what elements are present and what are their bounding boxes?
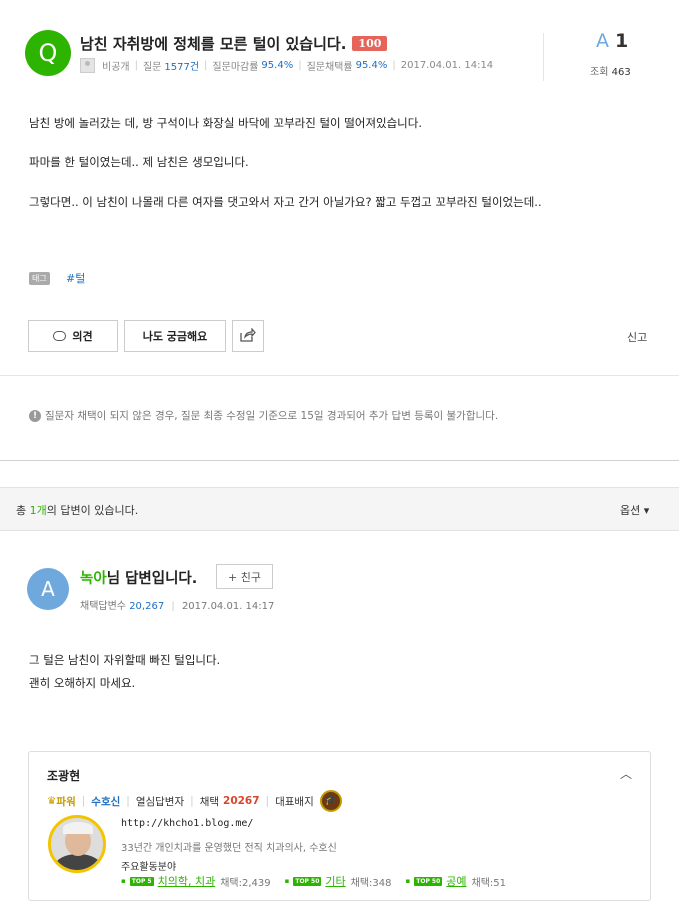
report-link[interactable]: 신고 (627, 329, 647, 345)
tag-label: 태그 (29, 272, 50, 285)
stat-label: 질문마감률 (212, 62, 259, 73)
power-badge: 파워 (56, 795, 76, 808)
rank-badge: 수호신 (91, 795, 121, 808)
info-icon: ! (29, 409, 41, 422)
adopted-label: 채택답변수 (80, 601, 126, 612)
comment-label: 의견 (72, 330, 93, 343)
field-count: 채택:2,439 (220, 877, 271, 889)
field-link[interactable]: 치의학, 치과 (158, 873, 216, 889)
collapse-icon[interactable]: ︿ (620, 765, 632, 782)
add-friend-button[interactable]: + 친구 (216, 564, 273, 589)
question-body-line: 남친 방에 놀러갔는 데, 방 구석이나 화장실 바닥에 꼬부라진 털이 떨어져… (29, 116, 423, 130)
notice: ! 질문자 채택이 되지 않은 경우, 질문 최종 수정일 기준으로 15일 경… (29, 408, 498, 423)
curious-button[interactable]: 나도 궁금해요 (124, 320, 226, 352)
field-link[interactable]: 기타 (325, 873, 345, 889)
views-label: 조회 (590, 67, 609, 78)
divider (0, 460, 679, 461)
answer-title: 녹아님 답변입니다. (80, 567, 197, 588)
answer-count-value: 1 (615, 30, 629, 52)
crown-icon: ♛ (47, 795, 57, 807)
divider (543, 33, 544, 81)
question-title-text: 남친 자취방에 정체를 모른 털이 있습니다. (80, 35, 347, 53)
tag-link[interactable]: #털 (66, 270, 85, 286)
answer-date: 2017.04.01. 14:17 (181, 601, 275, 612)
answer-title-suffix: 님 답변입니다. (106, 571, 198, 587)
answer-body-line: 괜히 오해하지 마세요. (29, 676, 136, 690)
share-icon (240, 326, 256, 345)
field-link[interactable]: 공예 (446, 873, 466, 889)
answers-prefix: 총 (16, 504, 27, 517)
notice-text: 질문자 채택이 되지 않은 경우, 질문 최종 수정일 기준으로 15일 경과되… (45, 410, 499, 422)
speech-bubble-icon (53, 331, 67, 341)
answers-total: 총 1개의 답변이 있습니다. (16, 502, 138, 518)
representative-badge-label: 대표배지 (275, 795, 314, 808)
field-count: 채택:348 (350, 877, 392, 889)
options-dropdown[interactable]: 옵션 ▾ (620, 502, 649, 518)
answer-meta: 채택답변수 20,267 | 2017.04.01. 14:17 (80, 601, 275, 612)
adopt-count: 20267 (223, 795, 260, 807)
expert-badges: ♛ 파워 | 수호신 | 열심답변자 | 채택 20267 | 대표배지 🎓 (47, 790, 342, 812)
stat-label: 질문채택률 (306, 62, 353, 73)
answer-body-line: 그 털은 남친이 자위할때 빠진 털입니다. (29, 653, 221, 667)
answer-author[interactable]: 녹아 (80, 571, 107, 587)
divider (0, 375, 679, 376)
answers-suffix: 의 답변이 있습니다. (46, 504, 139, 517)
share-button[interactable] (232, 320, 264, 352)
field-label: 주요활동분야 (121, 862, 177, 873)
graduation-cap-icon[interactable]: 🎓 (319, 790, 342, 812)
top-badge: TOP 50 (293, 876, 322, 886)
top-badge: TOP 5 (129, 876, 154, 886)
answer-icon: A (27, 568, 69, 610)
expert-avatar[interactable] (48, 815, 106, 873)
curious-label: 나도 궁금해요 (142, 330, 208, 343)
blog-link[interactable]: http://khcho1.blog.me/ (121, 818, 253, 829)
question-icon: Q (25, 30, 71, 76)
field-count: 채택:51 (471, 877, 507, 889)
role-badge: 열심답변자 (135, 795, 185, 808)
question-meta: 비공개 | 질문 1577건 | 질문마감률 95.4% | 질문채택률 95.4% … (80, 58, 493, 73)
views-value: 463 (611, 67, 631, 78)
question-title: 남친 자취방에 정체를 모른 털이 있습니다. 100 (80, 33, 388, 54)
stat-value: 95.4% (261, 60, 294, 71)
avatar-icon (80, 58, 95, 73)
view-count: 조회 463 (590, 63, 631, 78)
question-date: 2017.04.01. 14:14 (400, 60, 494, 71)
expert-name[interactable]: 조광현 (47, 767, 80, 784)
stat-value: 1577건 (164, 62, 200, 73)
comment-button[interactable]: 의견 (28, 320, 118, 352)
expert-intro: 33년간 개인치과를 운영했던 전직 치과의사, 수호신 (121, 843, 337, 854)
answer-count: A1 (596, 30, 628, 52)
question-body-line: 그렇다면.. 이 남친이 나몰래 다른 여자를 댓고와서 자고 간거 아닐가요?… (29, 195, 542, 209)
question-body-line: 파마를 한 털이였는데.. 제 남친은 생모입니다. (29, 155, 249, 169)
top-badge: TOP 50 (414, 876, 443, 886)
stat-value: 95.4% (355, 60, 388, 71)
stat-label: 질문 (142, 62, 162, 73)
author-name: 비공개 (102, 62, 130, 73)
adopted-count: 20,267 (129, 601, 165, 612)
answer-letter-icon: A (596, 30, 609, 52)
bounty-badge: 100 (352, 36, 388, 51)
answers-count: 1개 (29, 504, 47, 517)
adopt-label: 채택 (199, 795, 220, 808)
expert-fields: ▪ TOP 5 치의학, 치과 채택:2,439 ▪ TOP 50 기타 채택:348 ▪ T… (121, 873, 507, 889)
